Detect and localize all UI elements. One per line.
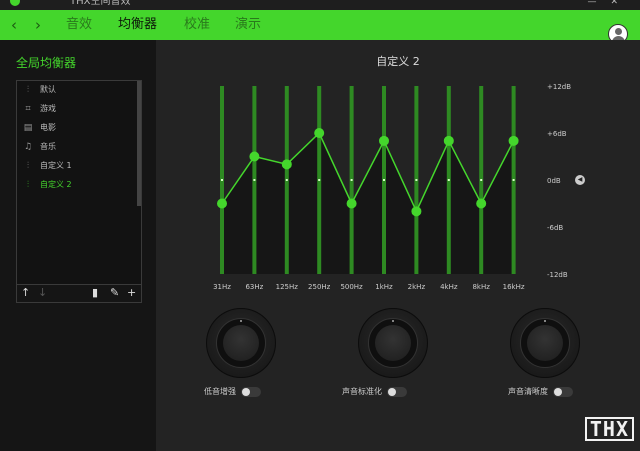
band-center-mark [415, 179, 418, 181]
band-label: 250Hz [308, 283, 331, 291]
preset-label: 自定义 2 [40, 180, 72, 189]
band-center-mark [318, 179, 321, 181]
bass-boost-toggle[interactable] [241, 386, 261, 397]
gamepad-icon: ⌗ [25, 104, 31, 114]
db-label: +12dB [547, 83, 571, 91]
preset-label: 游戏 [40, 104, 56, 113]
app-title: THX空间音效 [70, 0, 131, 7]
chevron-right-icon[interactable]: › [35, 15, 41, 35]
bass-boost-knob[interactable] [206, 308, 276, 378]
voice-clarity-control: 声音清晰度 [508, 386, 573, 398]
band-handle[interactable] [443, 135, 454, 146]
film-icon: ▤ [23, 123, 33, 133]
thx-watermark: THX [584, 417, 634, 441]
move-down-icon[interactable]: ↓ [38, 286, 47, 300]
preset-item-default[interactable]: ⫶ 默认 [22, 81, 56, 99]
preset-label: 电影 [40, 123, 56, 132]
chevron-left-icon[interactable]: ‹ [11, 15, 17, 35]
band-handle[interactable] [411, 206, 422, 217]
db-label: +6dB [547, 130, 567, 138]
band-label: 4kHz [440, 283, 458, 291]
preset-list: ⫶ 默认 ⌗ 游戏 ▤ 电影 ♫ 音乐 ⫶ 自定义 1 ⫶ 自定义 2 [16, 80, 142, 285]
voice-clarity-label: 声音清晰度 [508, 387, 548, 396]
preset-item-custom-1[interactable]: ⫶ 自定义 1 [22, 157, 72, 175]
pencil-icon[interactable]: ✎ [110, 286, 119, 300]
band-handle[interactable] [346, 198, 357, 209]
sound-normalization-toggle[interactable] [387, 386, 407, 397]
preset-scrollbar[interactable] [137, 81, 141, 206]
move-up-icon[interactable]: ↑ [21, 286, 30, 300]
tab-calibration[interactable]: 校准 [184, 16, 210, 34]
db-label: 0dB [547, 177, 561, 185]
band-label: 2kHz [408, 283, 426, 291]
sound-normalization-label: 声音标准化 [342, 387, 382, 396]
band-center-mark [512, 179, 515, 181]
band-handle[interactable] [476, 198, 487, 209]
bass-boost-control: 低音增强 [204, 386, 261, 398]
preset-item-custom-2[interactable]: ⫶ 自定义 2 [22, 176, 72, 194]
window-controls[interactable]: —✕ [587, 0, 632, 7]
top-nav-bar: ‹ › 音效 均衡器 校准 演示 [0, 10, 640, 44]
preset-item-movie[interactable]: ▤ 电影 [22, 119, 56, 137]
band-center-mark [447, 179, 450, 181]
tab-equalizer[interactable]: 均衡器 [118, 16, 157, 34]
band-handle[interactable] [217, 198, 227, 209]
app-logo-icon [10, 0, 20, 6]
band-center-mark [221, 179, 223, 181]
band-label: 1kHz [375, 283, 393, 291]
plus-icon[interactable]: + [127, 286, 136, 300]
preset-label: 音乐 [40, 142, 56, 151]
preset-item-music[interactable]: ♫ 音乐 [22, 138, 56, 156]
band-center-mark [285, 179, 288, 181]
voice-clarity-toggle[interactable] [553, 386, 573, 397]
band-center-mark [383, 179, 385, 181]
band-label: 8kHz [472, 283, 490, 291]
db-label: -6dB [547, 224, 563, 232]
band-handle[interactable] [281, 159, 292, 170]
preset-item-game[interactable]: ⌗ 游戏 [22, 100, 56, 118]
eq-panel: 自定义 2 31Hz 63Hz 125Hz 250Hz 500Hz 1kHz 2kHz 4kH… [156, 40, 640, 451]
sidebar-title: 全局均衡器 [16, 56, 77, 70]
voice-clarity-knob[interactable] [510, 308, 580, 378]
eq-graph: 31Hz 63Hz 125Hz 250Hz 500Hz 1kHz 2kHz 4kHz 8kHz 1… [213, 83, 571, 291]
tab-effects[interactable]: 音效 [66, 16, 92, 34]
band-label: 31Hz [213, 283, 231, 291]
band-label: 500Hz [340, 283, 363, 291]
sliders-icon: ⫶ [26, 161, 30, 171]
band-handle[interactable] [379, 135, 389, 146]
band-label: 125Hz [276, 283, 299, 291]
sound-normalization-knob[interactable] [358, 308, 428, 378]
music-note-icon: ♫ [23, 142, 33, 152]
band-label: 16kHz [503, 283, 525, 291]
sliders-icon: ⫶ [26, 180, 30, 190]
eq-area [222, 133, 514, 274]
bass-boost-label: 低音增强 [204, 387, 236, 396]
trash-icon[interactable]: ▮ [92, 286, 98, 300]
title-bar: THX空间音效 —✕ [0, 0, 640, 10]
db-label: -12dB [547, 271, 568, 279]
band-handle[interactable] [508, 135, 519, 146]
band-handle[interactable] [249, 151, 260, 162]
sliders-icon: ⫶ [26, 85, 30, 95]
band-label: 63Hz [245, 283, 263, 291]
preset-label: 默认 [40, 85, 56, 94]
band-center-mark [253, 179, 256, 181]
preset-label: 自定义 1 [40, 161, 72, 170]
tab-demo[interactable]: 演示 [235, 16, 261, 34]
band-handle[interactable] [314, 128, 325, 138]
sidebar: 全局均衡器 ⫶ 默认 ⌗ 游戏 ▤ 电影 ♫ 音乐 ⫶ 自定义 1 ⫶ 自定义 2 ↑ ↓ … [0, 40, 156, 451]
reset-arrow-icon[interactable]: ◀ [575, 175, 585, 185]
sound-normalization-control: 声音标准化 [342, 386, 407, 398]
band-center-mark [480, 179, 483, 181]
preset-toolbar: ↑ ↓ ▮ ✎ + [16, 285, 142, 303]
band-center-mark [350, 179, 353, 181]
